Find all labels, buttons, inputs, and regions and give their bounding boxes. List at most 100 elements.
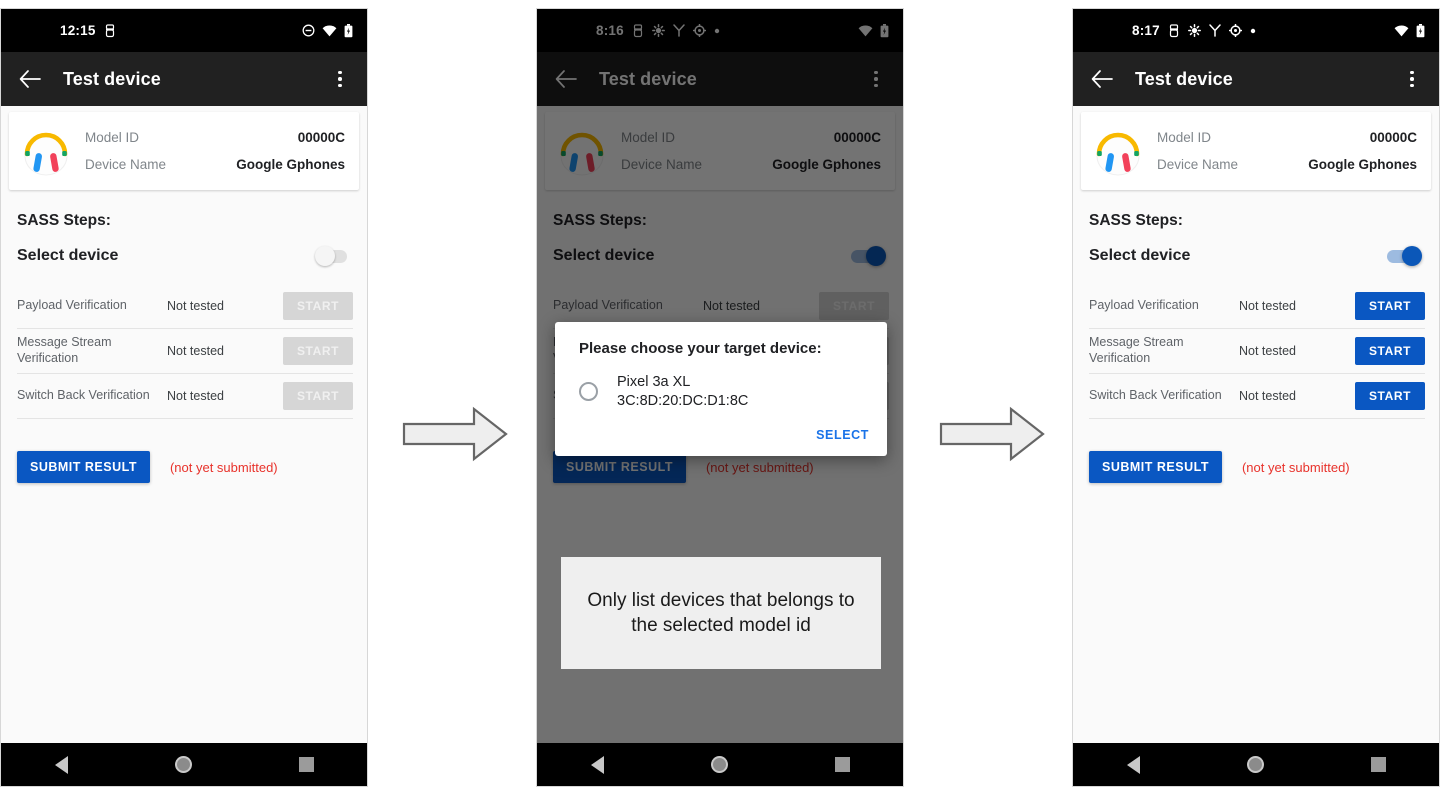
start-button[interactable]: START <box>283 382 353 410</box>
card-key: Device Name <box>1157 157 1239 172</box>
page-title: Test device <box>1135 68 1233 89</box>
status-bar-time: 12:15 <box>60 23 96 38</box>
screen-body: Model ID 00000C Device Name Google Gphon… <box>1073 112 1439 751</box>
step-status: Not tested <box>167 299 224 313</box>
phone-screen-2: 8:16 <box>536 8 904 787</box>
sass-steps-heading: SASS Steps: <box>17 212 111 229</box>
nav-recents-icon[interactable] <box>1370 757 1386 772</box>
dot-icon <box>1250 28 1256 34</box>
flow-arrow-2 <box>937 405 1047 463</box>
location-icon <box>1209 24 1221 37</box>
back-arrow-icon[interactable] <box>15 64 45 94</box>
submit-row: SUBMIT RESULT (not yet submitted) <box>1073 419 1439 483</box>
device-option-name: Pixel 3a XL <box>617 374 691 390</box>
step-name: Switch Back Verification <box>1089 388 1222 403</box>
table-row: Switch Back Verification Not tested STAR… <box>1089 374 1425 419</box>
toggle-knob <box>315 246 335 266</box>
status-bar-time: 8:17 <box>1132 23 1160 38</box>
select-device-toggle[interactable] <box>1387 246 1422 266</box>
start-button[interactable]: START <box>283 337 353 365</box>
step-status: Not tested <box>167 389 224 403</box>
battery-icon <box>344 23 353 38</box>
submit-row: SUBMIT RESULT (not yet submitted) <box>1 419 367 483</box>
table-row: Message Stream Verification Not tested S… <box>17 329 353 374</box>
status-bar: 12:15 <box>1 9 367 52</box>
android-nav-bar <box>1 743 367 786</box>
select-device-toggle[interactable] <box>315 246 349 266</box>
submit-result-button[interactable]: SUBMIT RESULT <box>1089 451 1222 483</box>
wifi-icon <box>322 25 337 37</box>
page-title: Test device <box>63 68 161 89</box>
screenshot-canvas: 12:15 Test device Model ID 00000C Device… <box>0 0 1442 795</box>
submit-result-button[interactable]: SUBMIT RESULT <box>17 451 150 483</box>
step-name: Message Stream Verification <box>17 335 112 365</box>
nav-back-icon[interactable] <box>590 755 604 774</box>
nav-back-icon[interactable] <box>1126 755 1140 774</box>
card-value: Google Gphones <box>1308 157 1417 172</box>
sass-steps-heading: SASS Steps: <box>1089 212 1183 229</box>
device-option-row[interactable]: Pixel 3a XL 3C:8D:20:DC:D1:8C <box>555 357 887 414</box>
step-status: Not tested <box>167 344 224 358</box>
toggle-knob <box>1402 246 1422 266</box>
step-name: Payload Verification <box>17 298 127 313</box>
android-nav-bar <box>1073 743 1439 786</box>
card-key: Model ID <box>85 130 140 145</box>
settings-icon <box>1228 24 1242 37</box>
nav-recents-icon[interactable] <box>298 757 314 772</box>
table-row: Payload Verification Not tested START <box>17 284 353 329</box>
select-device-label: Select device <box>1089 247 1191 264</box>
start-button[interactable]: START <box>283 292 353 320</box>
annotation-callout: Only list devices that belongs to the se… <box>561 557 881 669</box>
nav-home-icon[interactable] <box>710 756 728 773</box>
overflow-menu-icon[interactable] <box>327 64 353 94</box>
submit-status-text: (not yet submitted) <box>1241 459 1350 475</box>
card-row-device-name: Device Name Google Gphones <box>1157 151 1417 178</box>
wifi-icon <box>1394 25 1409 37</box>
table-row: Message Stream Verification Not tested S… <box>1089 329 1425 374</box>
device-info-card: Model ID 00000C Device Name Google Gphon… <box>9 112 359 190</box>
app-bar: Test device <box>1 52 367 106</box>
dialog-title: Please choose your target device: <box>579 340 822 357</box>
nav-back-icon[interactable] <box>54 755 68 774</box>
device-option-address: 3C:8D:20:DC:D1:8C <box>617 392 749 409</box>
step-name: Payload Verification <box>1089 298 1199 313</box>
submit-status-text: (not yet submitted) <box>169 459 278 475</box>
overflow-menu-icon[interactable] <box>1399 64 1425 94</box>
nav-recents-icon[interactable] <box>834 757 850 772</box>
table-row: Payload Verification Not tested START <box>1089 284 1425 329</box>
back-arrow-icon[interactable] <box>1087 64 1117 94</box>
steps-table: Payload Verification Not tested START Me… <box>1089 284 1425 419</box>
dialog-actions: SELECT <box>555 414 887 450</box>
step-name: Message Stream Verification <box>1089 335 1184 365</box>
step-name: Switch Back Verification <box>17 388 150 403</box>
start-button[interactable]: START <box>1355 292 1425 320</box>
phone-screen-1: 12:15 Test device Model ID 00000C Device… <box>0 8 368 787</box>
start-button[interactable]: START <box>1355 337 1425 365</box>
card-value: Google Gphones <box>236 157 345 172</box>
step-status: Not tested <box>1239 389 1296 403</box>
step-status: Not tested <box>1239 299 1296 313</box>
start-button[interactable]: START <box>1355 382 1425 410</box>
app-bar: Test device <box>1073 52 1439 106</box>
dialog-select-button[interactable]: SELECT <box>816 428 869 442</box>
card-row-model-id: Model ID 00000C <box>1157 124 1417 151</box>
table-row: Switch Back Verification Not tested STAR… <box>17 374 353 419</box>
select-device-label: Select device <box>17 247 119 264</box>
android-debug-icon <box>1168 23 1180 38</box>
card-row-model-id: Model ID 00000C <box>85 124 345 151</box>
battery-icon <box>1416 23 1425 38</box>
status-bar: 8:17 <box>1073 9 1439 52</box>
nav-home-icon[interactable] <box>174 756 192 773</box>
card-value: 00000C <box>1369 130 1417 145</box>
steps-table: Payload Verification Not tested START Me… <box>17 284 353 419</box>
flow-arrow-1 <box>400 405 510 463</box>
card-row-device-name: Device Name Google Gphones <box>85 151 345 178</box>
select-device-row[interactable]: Select device <box>1 230 367 266</box>
select-device-row[interactable]: Select device <box>1073 230 1439 266</box>
sync-icon <box>1187 24 1201 37</box>
choose-device-dialog: Please choose your target device: Pixel … <box>555 322 887 457</box>
nav-home-icon[interactable] <box>1246 756 1264 773</box>
radio-button-icon[interactable] <box>579 382 598 402</box>
android-debug-icon <box>104 23 116 38</box>
android-nav-bar <box>537 743 903 786</box>
